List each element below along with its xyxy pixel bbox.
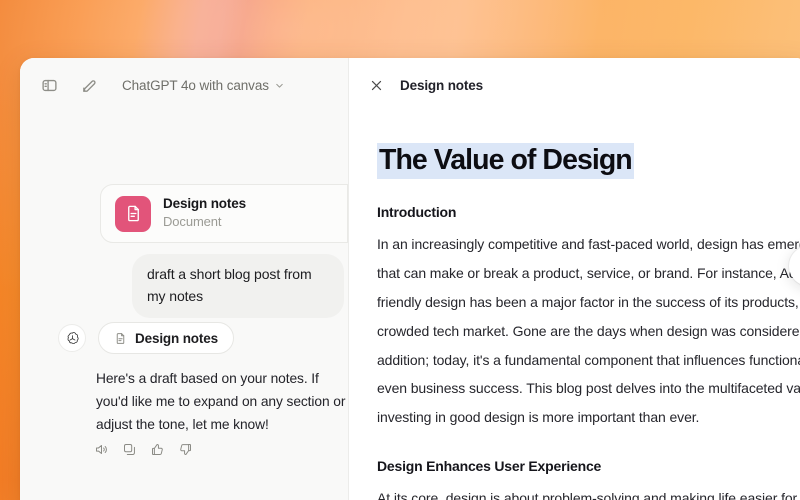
paragraph-line: even business success. This blog post de…: [377, 380, 800, 397]
assistant-message-text: Here's a draft based on your notes. If y…: [96, 371, 346, 432]
sidebar-header: ChatGPT 4o with canvas: [20, 58, 348, 112]
conversation-sidebar: ChatGPT 4o with canvas Design notes Docu…: [20, 58, 349, 500]
message-actions: [94, 442, 193, 457]
section-paragraph: At its core, design is about problem-sol…: [377, 484, 800, 500]
thumbs-up-icon[interactable]: [150, 442, 165, 457]
paragraph-line: In an increasingly competitive and fast-…: [377, 235, 800, 252]
user-message-bubble: draft a short blog post from my notes: [132, 254, 344, 319]
chevron-down-icon: [274, 80, 285, 91]
paragraph-line: that can make or break a product, servic…: [377, 264, 800, 281]
document-icon: [115, 195, 151, 232]
canvas-chip-label: Design notes: [135, 330, 218, 346]
thumbs-down-icon[interactable]: [178, 442, 193, 457]
canvas-panel: Design notes The Value of Design Introdu…: [349, 58, 800, 500]
paragraph-line: At its core, design is about problem-sol…: [377, 490, 800, 500]
canvas-header: Design notes: [349, 58, 800, 112]
sidebar-toggle-icon[interactable]: [34, 70, 64, 100]
close-icon[interactable]: [369, 78, 384, 93]
read-aloud-icon[interactable]: [94, 442, 109, 457]
document-heading: The Value of Design: [377, 143, 634, 179]
model-selector[interactable]: ChatGPT 4o with canvas: [116, 74, 291, 97]
section-paragraph: In an increasingly competitive and fast-…: [377, 230, 800, 433]
canvas-chip[interactable]: Design notes: [98, 322, 234, 354]
paragraph-line: investing in good design is more importa…: [377, 409, 700, 426]
user-message-row: draft a short blog post from my notes: [20, 254, 348, 319]
attachment-meta: Design notes Document: [163, 196, 246, 230]
attachment-subtitle: Document: [163, 214, 222, 230]
assistant-message-header: Design notes: [58, 322, 234, 354]
paragraph-line: addition; today, it's a fundamental comp…: [377, 351, 800, 368]
openai-logo-icon: [58, 324, 86, 352]
compose-icon[interactable]: [74, 70, 104, 100]
canvas-title: Design notes: [400, 77, 483, 93]
paragraph-line: friendly design has been a major factor …: [377, 293, 800, 310]
section-heading: Introduction: [377, 203, 457, 220]
screen: ChatGPT 4o with canvas Design notes Docu…: [0, 0, 800, 500]
attachment-title: Design notes: [163, 196, 246, 212]
copy-icon[interactable]: [122, 442, 137, 457]
canvas-document[interactable]: The Value of Design Introduction In an i…: [377, 143, 800, 500]
app-window: ChatGPT 4o with canvas Design notes Docu…: [20, 58, 800, 500]
attachment-card[interactable]: Design notes Document: [100, 184, 348, 243]
document-outline-icon: [114, 332, 127, 345]
section-heading: Design Enhances User Experience: [377, 458, 602, 475]
document-heading-selection: The Value of Design: [377, 143, 634, 179]
paragraph-line: crowded tech market. Gone are the days w…: [377, 322, 800, 339]
model-label: ChatGPT 4o with canvas: [122, 77, 269, 93]
